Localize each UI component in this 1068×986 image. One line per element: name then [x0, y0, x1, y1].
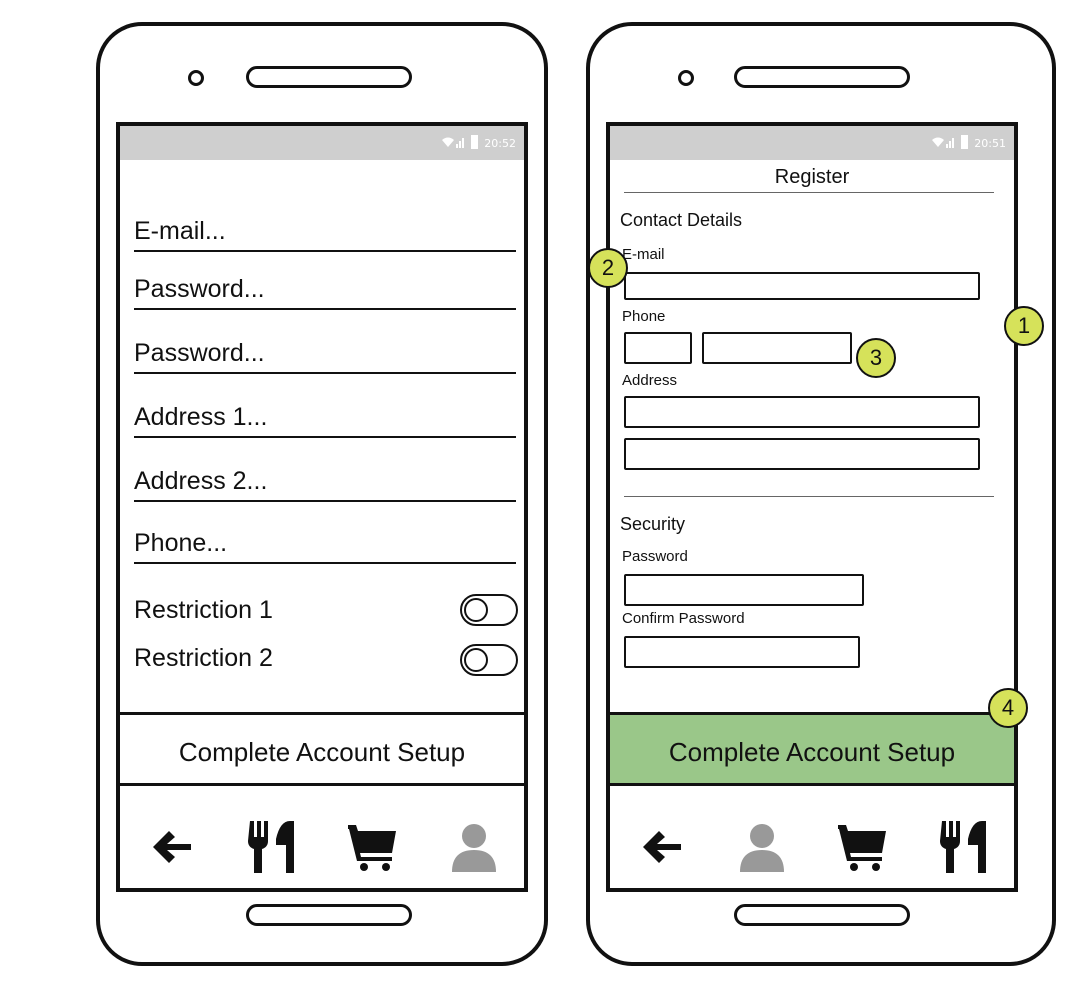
password-field[interactable]: Password...: [134, 270, 516, 310]
callout-4: 4: [988, 688, 1028, 728]
security-heading: Security: [620, 514, 686, 534]
callout-1: 1: [1004, 306, 1044, 346]
contact-details-heading: Contact Details: [620, 210, 743, 230]
email-label: E-mail: [622, 246, 665, 263]
address1-field[interactable]: Address 1...: [134, 398, 516, 438]
home-button[interactable]: [734, 904, 910, 926]
page-title: Register: [774, 166, 850, 188]
restaurant-icon[interactable]: [934, 817, 994, 877]
password-input[interactable]: [624, 574, 864, 606]
address2-field[interactable]: Address 2...: [134, 462, 516, 502]
password-label: Password: [622, 548, 688, 565]
camera-dot: [188, 70, 204, 86]
email-field[interactable]: E-mail...: [134, 212, 516, 252]
email-input[interactable]: [624, 272, 980, 300]
user-icon[interactable]: [732, 817, 792, 877]
cart-icon[interactable]: [343, 817, 403, 877]
address-label: Address: [622, 372, 678, 389]
restriction-1-toggle[interactable]: [460, 594, 518, 626]
bottom-nav: [610, 806, 1014, 888]
speaker-slot: [246, 66, 412, 88]
battery-icon: [471, 135, 478, 149]
restriction-2-label: Restriction 2: [134, 644, 273, 672]
address-line2-input[interactable]: [624, 438, 980, 470]
confirm-password-label: Confirm Password: [622, 610, 745, 627]
phone-frame-left: 20:52 E-mail... Password... Password... …: [96, 22, 548, 966]
cart-icon[interactable]: [833, 817, 893, 877]
callout-2: 2: [588, 248, 628, 288]
complete-account-setup-button[interactable]: Complete Account Setup: [120, 712, 524, 786]
screen-left: 20:52 E-mail... Password... Password... …: [116, 122, 528, 892]
phone-frame-right: 20:51 Register Contact Details E-mail Ph…: [586, 22, 1056, 966]
status-time: 20:51: [974, 137, 1006, 150]
restaurant-icon[interactable]: [242, 817, 302, 877]
camera-dot: [678, 70, 694, 86]
phone-label: Phone: [622, 308, 666, 325]
phone-number-input[interactable]: [702, 332, 852, 364]
restriction-1-label: Restriction 1: [134, 596, 273, 624]
user-icon[interactable]: [444, 817, 504, 877]
status-time: 20:52: [484, 137, 516, 150]
home-button[interactable]: [246, 904, 412, 926]
divider: [624, 496, 994, 497]
divider: [624, 192, 994, 193]
signal-icon: [442, 137, 464, 148]
battery-icon: [961, 135, 968, 149]
password-confirm-field[interactable]: Password...: [134, 334, 516, 374]
phone-prefix-input[interactable]: [624, 332, 692, 364]
back-arrow-icon[interactable]: [631, 817, 691, 877]
screen-right: 20:51 Register Contact Details E-mail Ph…: [606, 122, 1018, 892]
callout-3: 3: [856, 338, 896, 378]
speaker-slot: [734, 66, 910, 88]
status-bar: 20:52: [120, 126, 524, 160]
signal-icon: [932, 137, 954, 148]
complete-account-setup-button[interactable]: Complete Account Setup: [610, 712, 1014, 786]
status-bar: 20:51: [610, 126, 1014, 160]
confirm-password-input[interactable]: [624, 636, 860, 668]
back-arrow-icon[interactable]: [141, 817, 201, 877]
address-line1-input[interactable]: [624, 396, 980, 428]
phone-field[interactable]: Phone...: [134, 524, 516, 564]
restriction-2-toggle[interactable]: [460, 644, 518, 676]
bottom-nav: [120, 806, 524, 888]
